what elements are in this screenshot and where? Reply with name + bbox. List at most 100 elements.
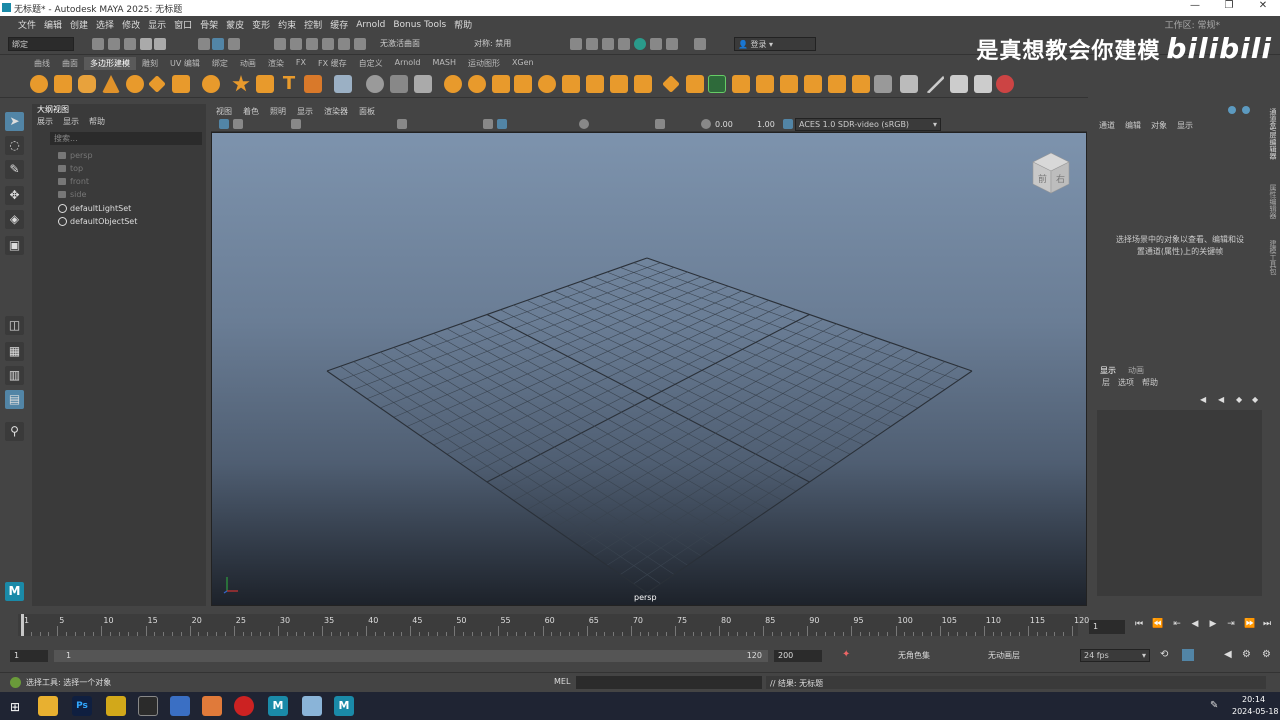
gamma-field[interactable]: 1.00: [757, 120, 775, 129]
channel-box-lock-icon[interactable]: [1242, 106, 1250, 114]
select-camera-icon[interactable]: [219, 119, 229, 129]
ipr-render-icon[interactable]: [602, 38, 614, 50]
menu-skin[interactable]: 蒙皮: [222, 18, 248, 31]
color-management-icon[interactable]: [783, 119, 793, 129]
menu-bonus-tools[interactable]: Bonus Tools: [389, 20, 450, 30]
side-tab-modeling-toolkit[interactable]: 建模工具包: [1268, 240, 1278, 275]
step-back-icon[interactable]: ⏪: [1152, 619, 1163, 629]
close-button[interactable]: ✕: [1246, 0, 1280, 11]
minimize-button[interactable]: —: [1178, 0, 1212, 11]
outliner-item-persp[interactable]: persp: [58, 149, 93, 162]
snap-curve-icon[interactable]: [290, 38, 302, 50]
render-settings-icon[interactable]: [618, 38, 630, 50]
layer-menu-options[interactable]: 选项: [1118, 377, 1134, 390]
fps-dropdown[interactable]: 24 fps ▾: [1080, 649, 1150, 662]
workspace-selector[interactable]: 工作区: 常规*: [1165, 18, 1220, 31]
boolean-diff-icon[interactable]: [468, 75, 486, 93]
insert-edge-loop-icon[interactable]: [974, 75, 992, 93]
boolean-union-icon[interactable]: [444, 75, 462, 93]
symmetry-label[interactable]: 对称: 禁用: [474, 38, 511, 49]
move-tool-icon[interactable]: ✥: [5, 186, 24, 205]
poly-sphere-icon[interactable]: [30, 75, 48, 93]
current-frame-field[interactable]: 1: [1089, 620, 1125, 634]
wireframe-icon[interactable]: [483, 119, 493, 129]
play-forwards-icon[interactable]: ▶: [1208, 619, 1218, 629]
poly-torus-icon[interactable]: [126, 75, 144, 93]
paint-select-tool-icon[interactable]: ✎: [5, 160, 24, 179]
exposure-field[interactable]: 0.00: [715, 120, 733, 129]
merge-icon[interactable]: [828, 75, 846, 93]
isolate-select-icon[interactable]: [655, 119, 665, 129]
menu-select[interactable]: 选择: [92, 18, 118, 31]
layer-tab-display[interactable]: 显示: [1094, 364, 1122, 377]
settings-icon[interactable]: ⚙: [1262, 649, 1271, 660]
poly-plane-icon[interactable]: [148, 75, 166, 93]
separate-icon[interactable]: [390, 75, 408, 93]
poly-cone-icon[interactable]: [102, 75, 120, 93]
poly-helix-icon[interactable]: [256, 75, 274, 93]
pen-icon[interactable]: ✎: [1210, 700, 1218, 711]
outliner-persp-layout-icon[interactable]: ▤: [5, 390, 24, 409]
render-current-icon[interactable]: [586, 38, 598, 50]
outliner-menu-show[interactable]: 显示: [63, 116, 79, 127]
menu-arnold[interactable]: Arnold: [352, 20, 389, 30]
photoshop-icon[interactable]: Ps: [72, 696, 92, 716]
maya-home-icon[interactable]: M: [5, 582, 24, 601]
snap-projected-icon[interactable]: [322, 38, 334, 50]
combine-icon[interactable]: [366, 75, 384, 93]
shelf-tab-sculpting[interactable]: 雕刻: [136, 57, 164, 70]
colorspace-dropdown[interactable]: ACES 1.0 SDR-video (sRGB) ▾: [795, 118, 941, 131]
maya-taskbar-icon-2[interactable]: M: [334, 696, 354, 716]
redo-icon[interactable]: [154, 38, 166, 50]
smooth-shade-icon[interactable]: [497, 119, 507, 129]
menu-cache[interactable]: 缓存: [326, 18, 352, 31]
file-explorer-icon[interactable]: [38, 696, 58, 716]
platonic-solid-icon[interactable]: [202, 75, 220, 93]
menu-constrain[interactable]: 约束: [274, 18, 300, 31]
append-icon[interactable]: [732, 75, 750, 93]
loop-icon[interactable]: ⟲: [1160, 649, 1168, 660]
svg-icon[interactable]: [304, 75, 322, 93]
wedge-icon[interactable]: [780, 75, 798, 93]
grid-toggle-icon[interactable]: [291, 119, 301, 129]
menu-display[interactable]: 显示: [144, 18, 170, 31]
shelf-tab-surfaces[interactable]: 曲面: [56, 57, 84, 70]
multi-cut-icon[interactable]: [900, 75, 918, 93]
layer-list[interactable]: [1097, 410, 1262, 596]
poly-cylinder-icon[interactable]: [78, 75, 96, 93]
retopo-icon[interactable]: [586, 75, 604, 93]
shelf-tab-fx[interactable]: FX: [290, 57, 312, 70]
app-icon-5[interactable]: [170, 696, 190, 716]
step-back-key-icon[interactable]: ⇤: [1172, 619, 1182, 629]
mirror-icon[interactable]: [492, 75, 510, 93]
select-component-icon[interactable]: [228, 38, 240, 50]
current-time-indicator[interactable]: [21, 614, 24, 636]
outliner-item-default-light-set[interactable]: defaultLightSet: [58, 202, 131, 215]
extrude-icon[interactable]: [662, 75, 680, 93]
shelf-tab-arnold[interactable]: Arnold: [389, 57, 427, 70]
shadows-icon[interactable]: [579, 119, 589, 129]
new-scene-icon[interactable]: [92, 38, 104, 50]
layer-move-down-icon[interactable]: ◀: [1218, 395, 1224, 404]
obs-icon[interactable]: [234, 696, 254, 716]
remesh-icon[interactable]: [562, 75, 580, 93]
menu-skeleton[interactable]: 骨架: [196, 18, 222, 31]
connect-icon[interactable]: [950, 75, 968, 93]
menu-deform[interactable]: 变形: [248, 18, 274, 31]
shelf-tab-curves[interactable]: 曲线: [28, 57, 56, 70]
shelf-tab-xgen[interactable]: XGen: [506, 57, 540, 70]
login-dropdown[interactable]: 👤 登录 ▾: [734, 37, 816, 51]
menu-help[interactable]: 帮助: [450, 18, 476, 31]
outliner-menu-display[interactable]: 展示: [37, 116, 53, 127]
circularize-icon[interactable]: [804, 75, 822, 93]
go-to-end-icon[interactable]: ⏭: [1262, 619, 1272, 629]
open-scene-icon[interactable]: [108, 38, 120, 50]
types-icon[interactable]: [334, 75, 352, 93]
render-view-icon[interactable]: [570, 38, 582, 50]
app-icon-9[interactable]: [302, 696, 322, 716]
time-ruler[interactable]: 1 5 10 15 20 25 30 35 40 45 50 55 60 65 70 75 80 85 90 95 10…: [18, 614, 1089, 636]
shelf-tab-rendering[interactable]: 渲染: [262, 57, 290, 70]
snap-grid-icon[interactable]: [274, 38, 286, 50]
poly-cube-icon[interactable]: [54, 75, 72, 93]
save-scene-icon[interactable]: [124, 38, 136, 50]
